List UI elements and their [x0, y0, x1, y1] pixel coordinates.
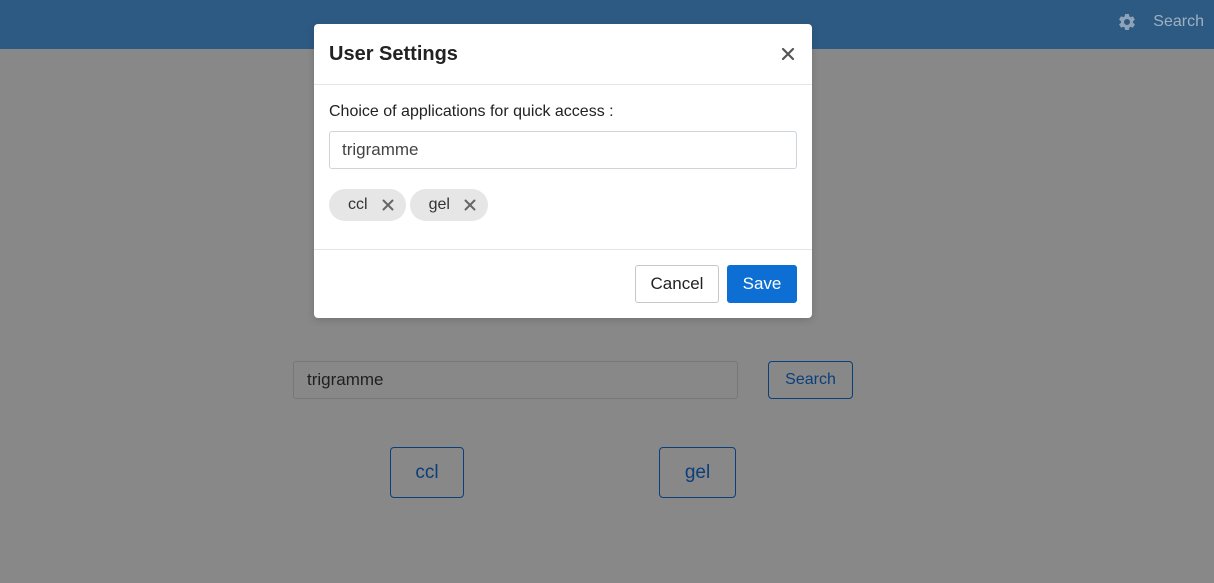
modal-header: User Settings: [314, 24, 812, 85]
chip-gel: gel: [409, 189, 488, 221]
chip-ccl: ccl: [329, 189, 406, 221]
quick-access-label: Choice of applications for quick access …: [329, 103, 614, 120]
background-search-input[interactable]: trigramme: [293, 361, 738, 399]
close-icon[interactable]: [781, 47, 795, 61]
app-search-input[interactable]: [329, 131, 797, 169]
gear-icon[interactable]: [1117, 12, 1137, 32]
chip-label: gel: [428, 196, 450, 213]
close-icon[interactable]: [382, 199, 394, 211]
close-icon[interactable]: [464, 199, 476, 211]
cancel-button[interactable]: Cancel: [635, 265, 719, 303]
navbar-actions: Search: [1117, 0, 1204, 44]
chip-label: ccl: [348, 196, 368, 213]
modal-body: Choice of applications for quick access …: [314, 85, 812, 249]
background-search-button[interactable]: Search: [768, 361, 853, 399]
modal-footer: Cancel Save: [314, 249, 812, 318]
app-button-gel[interactable]: gel: [659, 447, 736, 498]
save-button[interactable]: Save: [727, 265, 797, 303]
user-settings-modal: User Settings Choice of applications for…: [314, 24, 812, 318]
app-button-ccl[interactable]: ccl: [390, 447, 464, 498]
navbar-search-link[interactable]: Search: [1153, 13, 1204, 31]
selected-apps: ccl gel: [329, 189, 797, 221]
modal-title: User Settings: [329, 42, 458, 65]
